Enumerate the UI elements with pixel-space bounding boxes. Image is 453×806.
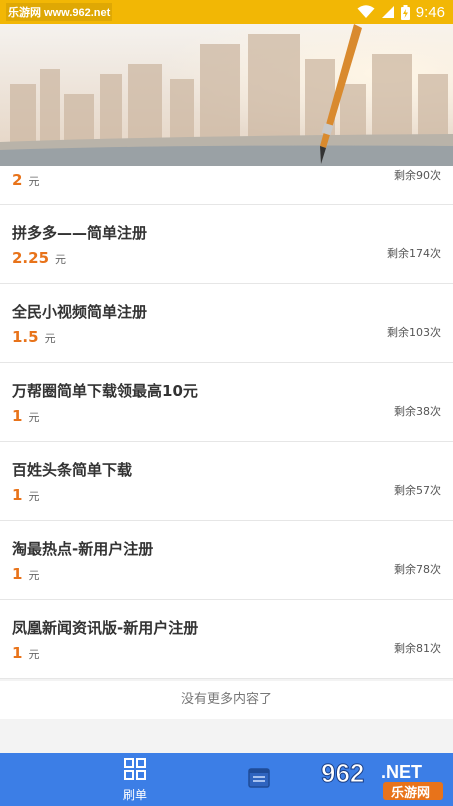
clock: 9:46 <box>415 3 445 21</box>
remaining-count: 剩余78次 <box>394 563 441 576</box>
bottom-nav: 刷单 962 .NET 乐游网 <box>0 753 453 806</box>
remaining-count: 剩余174次 <box>387 247 441 260</box>
price-value: 1.5 <box>12 328 39 346</box>
list-item[interactable]: 万帮圈简单下载领最高10元 1 元 剩余38次 <box>0 363 453 442</box>
item-title: 淘最热点-新用户注册 <box>12 540 154 558</box>
signal-icon <box>381 5 395 19</box>
watermark: 乐游网 www.962.net <box>6 3 113 21</box>
price-value: 1 <box>12 644 23 662</box>
end-of-list-text: 没有更多内容了 <box>0 681 453 719</box>
price-unit: 元 <box>55 253 67 266</box>
price-unit: 元 <box>28 411 40 424</box>
tab-shuadan[interactable]: 刷单 <box>112 757 158 802</box>
logo-cn: 乐游网 <box>391 785 430 801</box>
status-bar: 乐游网 www.962.net 9:46 <box>0 0 453 24</box>
962-watermark-logo: 962 .NET 乐游网 <box>317 756 447 802</box>
price-unit: 元 <box>28 569 40 582</box>
price-unit: 元 <box>44 332 56 345</box>
remaining-count: 剩余57次 <box>394 484 441 497</box>
banner-image[interactable] <box>0 24 453 166</box>
list-card-icon <box>248 768 270 792</box>
item-title: 拼多多——简单注册 <box>12 224 148 242</box>
task-list: 2 元 剩余90次 拼多多——简单注册 2.25 元 剩余174次 全民小视频简… <box>0 166 453 679</box>
price-unit: 元 <box>28 175 40 188</box>
list-item[interactable]: 拼多多——简单注册 2.25 元 剩余174次 <box>0 205 453 284</box>
item-price: 2 元 <box>12 171 39 189</box>
grid-icon <box>124 757 146 784</box>
item-price: 1 元 <box>12 486 39 504</box>
list-item[interactable]: 淘最热点-新用户注册 1 元 剩余78次 <box>0 521 453 600</box>
wifi-icon <box>357 5 375 19</box>
price-value: 2 <box>12 171 23 189</box>
item-title: 全民小视频简单注册 <box>12 303 148 321</box>
item-title: 万帮圈简单下载领最高10元 <box>12 382 198 400</box>
item-price: 1 元 <box>12 407 39 425</box>
list-item[interactable]: 全民小视频简单注册 1.5 元 剩余103次 <box>0 284 453 363</box>
remaining-count: 剩余103次 <box>387 326 441 339</box>
tab-orders[interactable] <box>244 765 274 795</box>
item-price: 1 元 <box>12 565 39 583</box>
price-unit: 元 <box>28 490 40 503</box>
status-indicators: 9:46 <box>357 4 445 21</box>
price-value: 1 <box>12 565 23 583</box>
remaining-count: 剩余81次 <box>394 642 441 655</box>
price-value: 1 <box>12 486 23 504</box>
battery-charging-icon <box>400 4 410 20</box>
logo-net: .NET <box>381 762 422 782</box>
logo-digits: 962 <box>321 758 364 788</box>
price-value: 1 <box>12 407 23 425</box>
item-price: 1 元 <box>12 644 39 662</box>
item-price: 2.25 元 <box>12 249 66 267</box>
item-title: 百姓头条简单下载 <box>12 461 133 479</box>
item-title: 凤凰新闻资讯版-新用户注册 <box>12 619 199 637</box>
list-item[interactable]: 2 元 剩余90次 <box>0 166 453 205</box>
remaining-count: 剩余38次 <box>394 405 441 418</box>
price-unit: 元 <box>28 648 40 661</box>
list-item[interactable]: 百姓头条简单下载 1 元 剩余57次 <box>0 442 453 521</box>
tab-label: 刷单 <box>122 787 147 802</box>
item-price: 1.5 元 <box>12 328 56 346</box>
remaining-count: 剩余90次 <box>394 169 441 182</box>
price-value: 2.25 <box>12 249 50 267</box>
list-item[interactable]: 凤凰新闻资讯版-新用户注册 1 元 剩余81次 <box>0 600 453 679</box>
